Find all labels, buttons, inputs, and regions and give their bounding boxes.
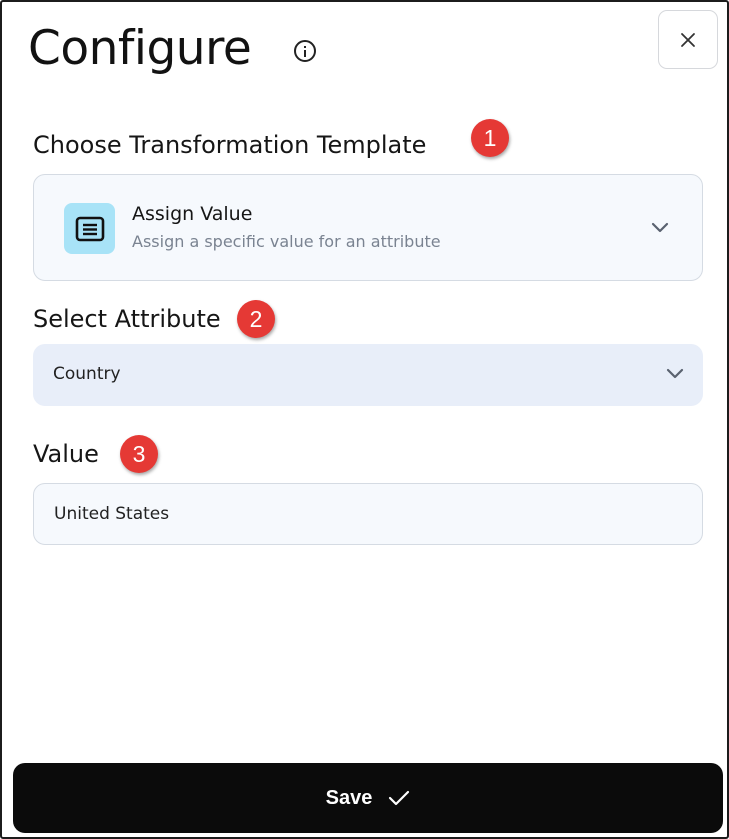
template-description: Assign a specific value for an attribute bbox=[132, 232, 441, 251]
attribute-dropdown[interactable]: Country bbox=[33, 344, 703, 406]
step-badge-1: 1 bbox=[471, 119, 509, 157]
page-title: Configure bbox=[28, 21, 252, 76]
save-button[interactable]: Save bbox=[13, 763, 723, 833]
chevron-down-icon bbox=[651, 222, 669, 233]
template-dropdown[interactable]: Assign Value Assign a specific value for… bbox=[33, 174, 703, 281]
template-section-label: Choose Transformation Template bbox=[33, 131, 427, 159]
value-input[interactable] bbox=[33, 483, 703, 545]
step-badge-2: 2 bbox=[237, 300, 275, 338]
attribute-selected-value: Country bbox=[53, 364, 121, 384]
configure-dialog: Configure Choose Transformation Template… bbox=[0, 0, 729, 839]
save-button-label: Save bbox=[325, 786, 373, 809]
chevron-down-icon bbox=[666, 368, 684, 379]
close-icon bbox=[681, 32, 695, 47]
value-section-label: Value bbox=[33, 440, 99, 468]
checkmark-icon bbox=[389, 790, 410, 806]
document-lines-icon bbox=[64, 203, 115, 254]
close-button[interactable] bbox=[658, 10, 718, 69]
attribute-section-label: Select Attribute bbox=[33, 305, 221, 333]
step-badge-3: 3 bbox=[120, 435, 158, 473]
info-icon[interactable] bbox=[294, 40, 316, 62]
template-title: Assign Value bbox=[132, 203, 253, 225]
